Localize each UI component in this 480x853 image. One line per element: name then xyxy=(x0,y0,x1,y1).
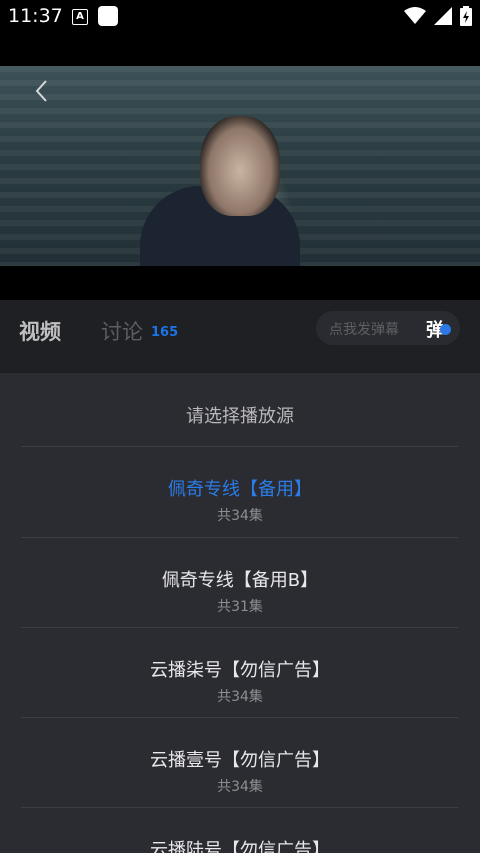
status-bar: 11:37 A xyxy=(0,0,480,32)
app-notification-square-icon xyxy=(98,6,118,26)
status-time: 11:37 xyxy=(8,5,63,27)
sheet-title: 请选择播放源 xyxy=(186,406,294,427)
app-notification-icon: A xyxy=(72,9,88,25)
source-episode-count: 共34集 xyxy=(217,689,263,705)
battery-charging-icon xyxy=(460,6,472,26)
back-button[interactable] xyxy=(26,76,56,106)
source-name: 云播陆号【勿信广告】 xyxy=(150,840,330,853)
chevron-left-icon xyxy=(35,80,47,102)
source-item[interactable]: 佩奇专线【备用】 共34集 xyxy=(0,447,480,537)
danmaku-on-icon xyxy=(440,324,451,335)
signal-icon xyxy=(434,7,452,25)
video-frame[interactable] xyxy=(0,66,480,266)
discuss-count-badge: 165 xyxy=(151,325,179,340)
source-episode-count: 共31集 xyxy=(217,599,263,615)
tab-video[interactable]: 视频 xyxy=(19,316,61,346)
source-item[interactable]: 云播柒号【勿信广告】 共34集 xyxy=(0,628,480,718)
source-episode-count: 共34集 xyxy=(217,779,263,795)
source-episode-count: 共34集 xyxy=(217,508,263,524)
video-player[interactable] xyxy=(0,32,480,300)
source-item[interactable]: 云播壹号【勿信广告】 共34集 xyxy=(0,718,480,808)
status-icons xyxy=(404,6,472,26)
source-name: 佩奇专线【备用B】 xyxy=(161,570,319,591)
source-item[interactable]: 云播陆号【勿信广告】 xyxy=(0,808,480,853)
source-name: 云播壹号【勿信广告】 xyxy=(150,750,330,771)
video-figure-head xyxy=(200,116,280,216)
source-name: 云播柒号【勿信广告】 xyxy=(150,660,330,681)
source-name: 佩奇专线【备用】 xyxy=(168,479,312,500)
wifi-icon xyxy=(404,7,426,24)
danmaku-toggle-button[interactable]: 弹 xyxy=(426,316,451,341)
danmaku-placeholder: 点我发弹幕 xyxy=(329,322,399,338)
source-item[interactable]: 佩奇专线【备用B】 共31集 xyxy=(0,538,480,628)
tab-discuss[interactable]: 讨论 xyxy=(101,316,143,346)
